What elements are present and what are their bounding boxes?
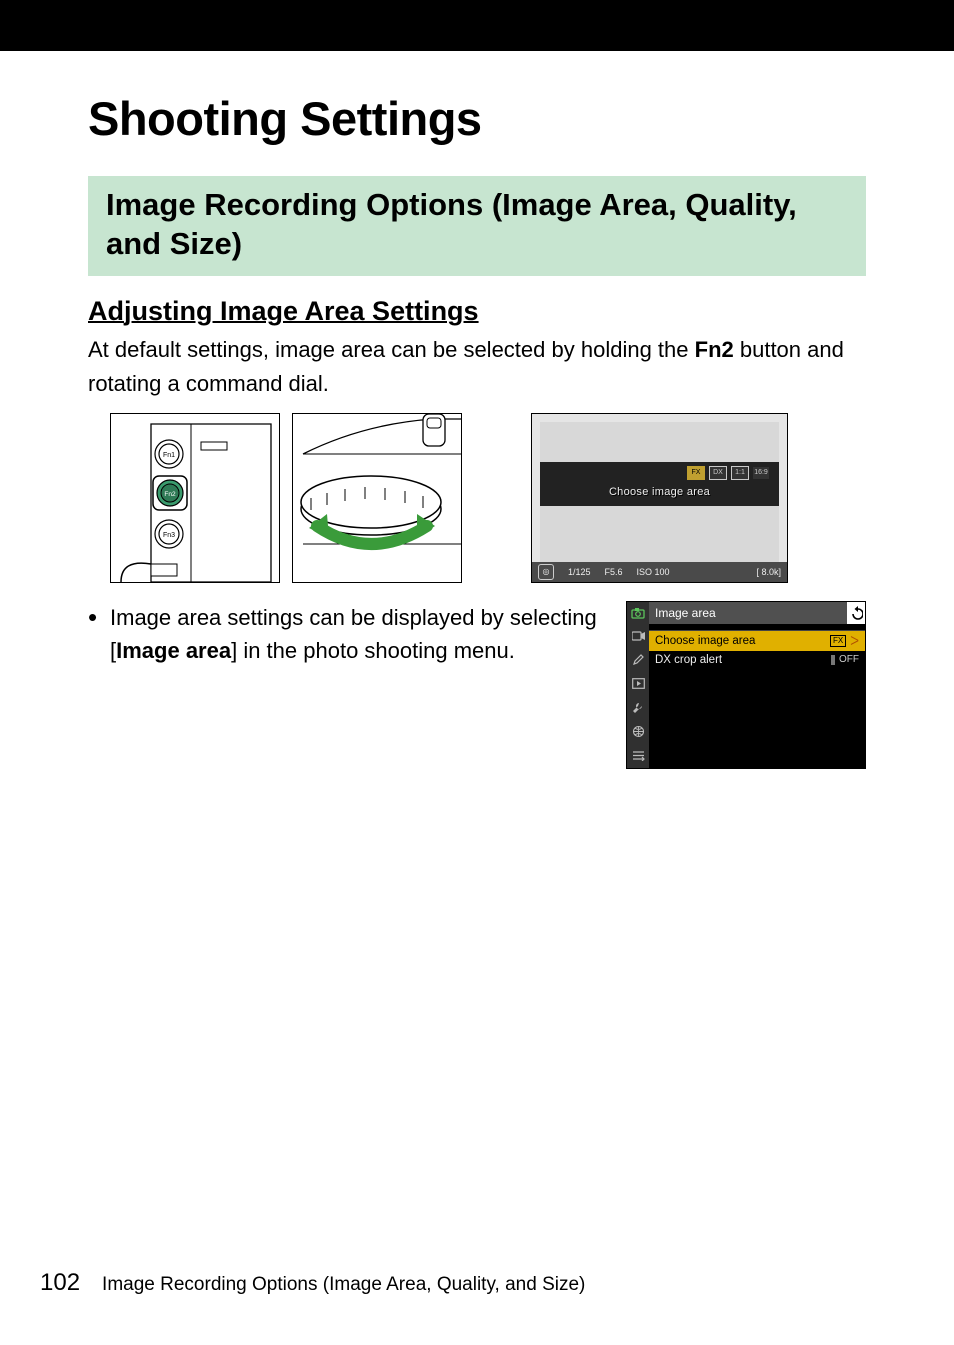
section-title: Image Recording Options (Image Area, Qua… xyxy=(106,186,848,264)
menu-screenshot: Image area xyxy=(626,601,866,769)
diagram-camera-side: Fn1 Fn2 Fn3 xyxy=(110,413,280,583)
fn3-label: Fn3 xyxy=(163,532,175,539)
menu-item-label: DX crop alert xyxy=(655,654,722,666)
bullet-text: • Image area settings can be displayed b… xyxy=(88,601,608,667)
bullet-bold: Image area xyxy=(116,638,231,663)
fn2-label: Fn2 xyxy=(164,491,176,498)
bullet-row: • Image area settings can be displayed b… xyxy=(88,601,866,769)
page-number: 102 xyxy=(40,1269,80,1297)
subsection-title: Adjusting Image Area Settings xyxy=(88,296,866,327)
lcd-mode-icon: ◎ xyxy=(538,564,554,580)
intro-fn2: Fn2 xyxy=(695,337,734,362)
menu-item-value: OFF xyxy=(839,654,859,665)
menu-tab-pencil-icon[interactable] xyxy=(627,648,649,672)
menu-tab-playback-icon[interactable] xyxy=(627,672,649,696)
lcd-iso: ISO 100 xyxy=(637,567,670,577)
menu-item-caret-icon: ᐳ xyxy=(850,634,859,648)
section-box: Image Recording Options (Image Area, Qua… xyxy=(88,176,866,276)
bullet-icon: • xyxy=(88,601,102,667)
footer-title: Image Recording Options (Image Area, Qua… xyxy=(102,1274,585,1296)
lcd-crop-1-1: 1:1 xyxy=(731,466,749,480)
diagram-row: Fn1 Fn2 Fn3 xyxy=(110,413,866,583)
lcd-aperture: F5.6 xyxy=(605,567,623,577)
lcd-remaining: [ 8.0k] xyxy=(756,567,781,577)
menu-tab-column xyxy=(627,624,649,768)
lcd-crop-dx: DX xyxy=(709,466,727,480)
menu-tab-video-icon[interactable] xyxy=(627,624,649,648)
menu-title: Image area xyxy=(649,602,847,624)
page-content: Shooting Settings Image Recording Option… xyxy=(0,51,954,769)
menu-tab-mymenu-icon[interactable] xyxy=(627,744,649,768)
diagram-lcd-choose-area: FX DX 1:1 16:9 Choose image area ◎ 1/125… xyxy=(531,413,788,583)
page-header-bar xyxy=(0,0,954,51)
lcd-crop-strip: FX DX 1:1 16:9 xyxy=(540,462,779,484)
page-title: Shooting Settings xyxy=(88,91,866,146)
diagram-command-dial xyxy=(292,413,462,583)
lcd-crop-fx: FX xyxy=(687,466,705,480)
menu-item-dx-crop-alert[interactable]: DX crop alert OFF xyxy=(649,651,865,669)
fn1-label: Fn1 xyxy=(163,452,175,459)
menu-tab-wrench-icon[interactable] xyxy=(627,696,649,720)
menu-back-icon[interactable] xyxy=(847,602,865,624)
page-footer: 102 Image Recording Options (Image Area,… xyxy=(40,1269,585,1297)
lcd-shutter: 1/125 xyxy=(568,567,591,577)
menu-item-label: Choose image area xyxy=(655,635,755,647)
page-tab xyxy=(0,0,68,51)
menu-item-value-badge: FX xyxy=(830,635,846,647)
intro-text: At default settings, image area can be s… xyxy=(88,333,866,401)
intro-pre: At default settings, image area can be s… xyxy=(88,337,695,362)
bullet-post: ] in the photo shooting menu. xyxy=(231,638,515,663)
lcd-bottom-bar: ◎ 1/125 F5.6 ISO 100 [ 8.0k] xyxy=(532,562,787,582)
menu-tab-network-icon[interactable] xyxy=(627,720,649,744)
menu-tab-camera-icon xyxy=(627,602,649,624)
lcd-crop-16-9: 16:9 xyxy=(753,467,769,479)
lcd-prompt: Choose image area xyxy=(540,484,779,506)
menu-item-choose-image-area[interactable]: Choose image area FX ᐳ xyxy=(649,631,865,651)
